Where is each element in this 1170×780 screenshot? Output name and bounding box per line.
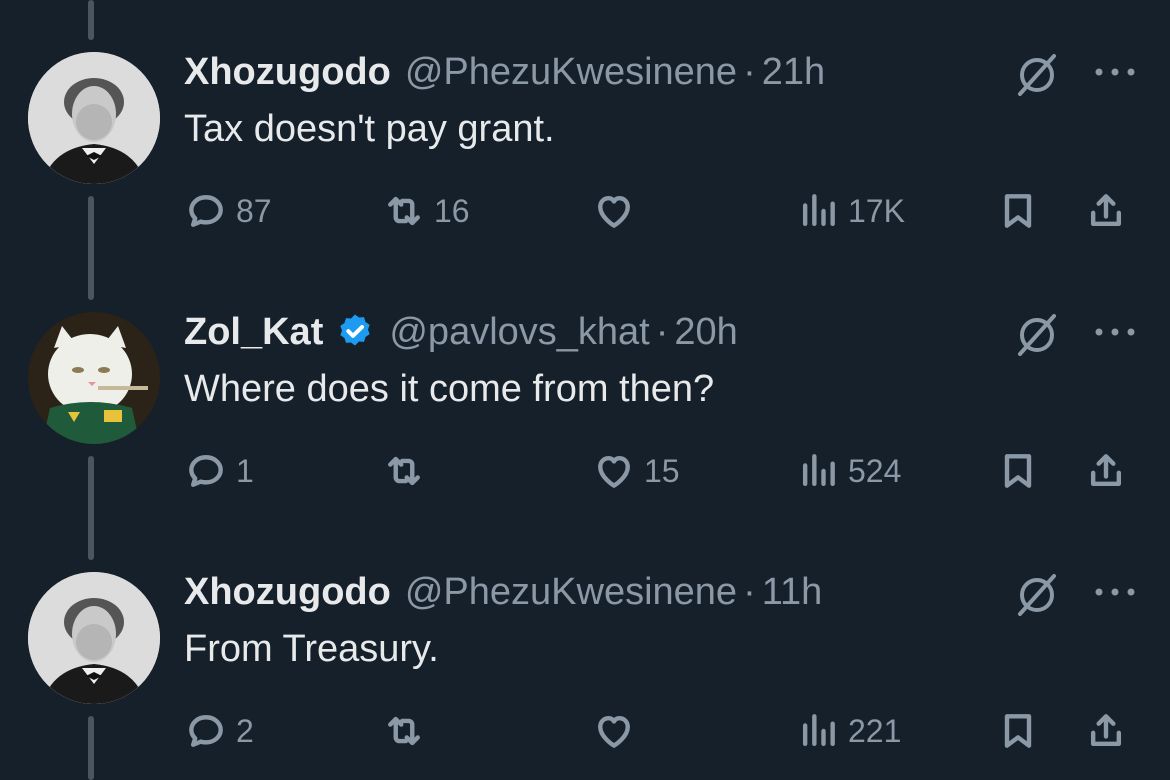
views-button[interactable]: 17K bbox=[796, 186, 905, 236]
repost-button[interactable] bbox=[382, 446, 434, 496]
reply-icon bbox=[189, 715, 223, 747]
views-icon bbox=[802, 454, 835, 487]
separator: · bbox=[743, 570, 756, 613]
bookmark-button[interactable] bbox=[996, 706, 1040, 756]
like-button[interactable] bbox=[592, 706, 644, 756]
tweet-text: Where does it come from then? bbox=[184, 368, 715, 410]
bookmark-icon bbox=[1004, 454, 1032, 488]
share-button[interactable] bbox=[1084, 706, 1128, 756]
tweet-header: Xhozugodo @PhezuKwesinene · 11h bbox=[184, 568, 822, 616]
tweet-text: Tax doesn't pay grant. bbox=[184, 108, 555, 150]
like-button[interactable] bbox=[592, 186, 644, 236]
view-count: 17K bbox=[848, 192, 905, 229]
bookmark-button[interactable] bbox=[996, 186, 1040, 236]
avatar[interactable] bbox=[28, 312, 160, 444]
repost-icon bbox=[388, 456, 420, 486]
view-count: 524 bbox=[848, 452, 902, 489]
grok-icon[interactable] bbox=[1012, 310, 1062, 360]
reply-button[interactable]: 1 bbox=[184, 446, 254, 496]
views-icon bbox=[802, 194, 835, 227]
avatar[interactable] bbox=[28, 572, 160, 704]
timestamp[interactable]: 21h bbox=[762, 51, 825, 94]
reply-button[interactable]: 87 bbox=[184, 186, 272, 236]
reply-icon bbox=[189, 195, 223, 227]
share-button[interactable] bbox=[1084, 186, 1128, 236]
display-name[interactable]: Zol_Kat bbox=[184, 311, 323, 354]
tweet-header: Xhozugodo @PhezuKwesinene · 21h bbox=[184, 48, 825, 96]
repost-button[interactable] bbox=[382, 706, 434, 756]
separator: · bbox=[655, 310, 669, 353]
tweet[interactable]: Zol_Kat @pavlovs_khat · 20h Where does i… bbox=[0, 260, 1170, 520]
more-icon[interactable] bbox=[1092, 320, 1138, 344]
display-name[interactable]: Xhozugodo bbox=[184, 51, 391, 94]
grok-icon[interactable] bbox=[1012, 570, 1062, 620]
reply-count: 1 bbox=[236, 452, 254, 489]
share-button[interactable] bbox=[1084, 446, 1128, 496]
portrait-avatar-image bbox=[28, 52, 160, 184]
share-icon bbox=[1090, 454, 1122, 487]
handle[interactable]: @PhezuKwesinene bbox=[405, 571, 737, 614]
reply-icon bbox=[189, 455, 223, 487]
like-icon bbox=[598, 715, 630, 748]
reply-button[interactable]: 2 bbox=[184, 706, 254, 756]
share-icon bbox=[1090, 714, 1122, 747]
share-icon bbox=[1090, 194, 1122, 227]
bookmark-icon bbox=[1004, 194, 1032, 228]
handle[interactable]: @PhezuKwesinene bbox=[405, 51, 737, 94]
repost-icon bbox=[388, 716, 420, 746]
like-icon bbox=[598, 195, 630, 228]
timestamp[interactable]: 20h bbox=[674, 311, 737, 354]
portrait-avatar-image bbox=[28, 572, 160, 704]
more-icon[interactable] bbox=[1092, 60, 1138, 84]
like-count: 15 bbox=[644, 452, 680, 489]
handle[interactable]: @pavlovs_khat bbox=[389, 311, 649, 354]
more-icon[interactable] bbox=[1092, 580, 1138, 604]
like-button[interactable]: 15 bbox=[592, 446, 680, 496]
reply-count: 2 bbox=[236, 712, 254, 749]
display-name[interactable]: Xhozugodo bbox=[184, 571, 391, 614]
separator: · bbox=[743, 50, 756, 93]
action-bar: 87 16 17K bbox=[184, 186, 1144, 236]
views-button[interactable]: 524 bbox=[796, 446, 901, 496]
repost-icon bbox=[388, 196, 420, 226]
like-icon bbox=[598, 455, 630, 488]
bookmark-button[interactable] bbox=[996, 446, 1040, 496]
grok-icon[interactable] bbox=[1012, 50, 1062, 100]
views-icon bbox=[802, 714, 835, 747]
action-bar: 1 15 524 bbox=[184, 446, 1144, 496]
view-count: 221 bbox=[848, 712, 902, 749]
repost-button[interactable]: 16 bbox=[382, 186, 470, 236]
bookmark-icon bbox=[1004, 714, 1032, 748]
repost-count: 16 bbox=[434, 192, 470, 229]
timestamp[interactable]: 11h bbox=[762, 571, 823, 614]
cat-avatar-image bbox=[28, 312, 160, 444]
reply-count: 87 bbox=[236, 192, 272, 229]
avatar[interactable] bbox=[28, 52, 160, 184]
views-button[interactable]: 221 bbox=[796, 706, 901, 756]
tweet-text: From Treasury. bbox=[184, 628, 439, 670]
tweet-header: Zol_Kat @pavlovs_khat · 20h bbox=[184, 308, 738, 356]
action-bar: 2 221 bbox=[184, 706, 1144, 756]
verified-badge-icon[interactable] bbox=[335, 312, 375, 352]
tweet[interactable]: Xhozugodo @PhezuKwesinene · 11h From Tre… bbox=[0, 520, 1170, 780]
tweet[interactable]: Xhozugodo @PhezuKwesinene · 21h Tax does… bbox=[0, 0, 1170, 260]
